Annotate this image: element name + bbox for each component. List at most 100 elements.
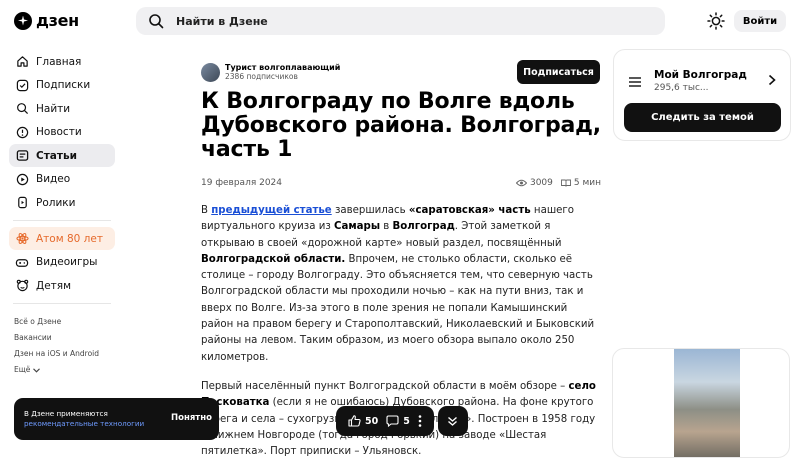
sidebar-item-label: Найти bbox=[36, 102, 71, 115]
sidebar-item-label: Детям bbox=[36, 279, 72, 292]
atom-icon bbox=[15, 232, 29, 246]
logo[interactable]: дзен bbox=[14, 11, 79, 30]
home-icon bbox=[15, 55, 29, 69]
book-icon bbox=[560, 179, 571, 187]
chevron-down-icon bbox=[33, 367, 41, 373]
views-count: 3009 bbox=[515, 178, 553, 188]
sidebar-item-shorts[interactable]: Ролики bbox=[9, 191, 115, 214]
footer-link-vacancies[interactable]: Вакансии bbox=[14, 330, 115, 346]
sidebar-footer-links: Всё о Дзене Вакансии Дзен на iOS и Andro… bbox=[9, 314, 115, 378]
scroll-down-button[interactable] bbox=[437, 406, 468, 436]
video-thumbnail[interactable] bbox=[674, 349, 740, 457]
sidebar-item-articles[interactable]: Статьи bbox=[9, 144, 115, 167]
eye-icon bbox=[515, 179, 527, 187]
follow-topic-button[interactable]: Следить за темой bbox=[624, 103, 781, 132]
previous-article-link[interactable]: предыдущей статье bbox=[211, 205, 331, 216]
search-placeholder: Найти в Дзене bbox=[176, 14, 268, 28]
thumbs-up-icon bbox=[348, 415, 361, 427]
sun-icon[interactable] bbox=[707, 12, 725, 30]
sidebar: Главная Подписки Найти Новости Статьи Ви… bbox=[9, 50, 115, 378]
footer-link-more[interactable]: Ещё bbox=[14, 362, 115, 378]
comments-count: 5 bbox=[403, 415, 410, 427]
text-run: В bbox=[201, 205, 212, 216]
news-icon bbox=[15, 125, 29, 139]
sidebar-item-news[interactable]: Новости bbox=[9, 121, 115, 144]
article-paragraph-1: В предыдущей статье завершилась «саратов… bbox=[201, 203, 601, 366]
double-chevron-down-icon bbox=[448, 416, 458, 426]
sidebar-item-label: Атом 80 лет bbox=[36, 232, 103, 245]
comment-icon bbox=[386, 415, 399, 427]
cookie-accept-button[interactable]: Понятно bbox=[171, 413, 212, 423]
views-value: 3009 bbox=[529, 178, 553, 188]
more-vertical-icon bbox=[418, 415, 422, 427]
sidebar-item-videogames[interactable]: Видеоигры bbox=[9, 251, 115, 274]
sidebar-item-label: Видео bbox=[36, 173, 71, 185]
comments-button[interactable]: 5 bbox=[382, 415, 414, 427]
kids-icon bbox=[15, 279, 29, 293]
sidebar-item-label: Статьи bbox=[36, 149, 77, 162]
like-button[interactable]: 50 bbox=[344, 415, 382, 427]
article-title: К Волгограду по Волге вдоль Дубовского р… bbox=[201, 89, 601, 162]
text-run: завершилась bbox=[331, 205, 409, 216]
reactions-group: 50 5 bbox=[336, 406, 434, 436]
sidebar-item-home[interactable]: Главная bbox=[9, 50, 115, 73]
subscriptions-icon bbox=[15, 78, 29, 92]
login-button[interactable]: Войти bbox=[734, 10, 786, 32]
more-label: Ещё bbox=[14, 365, 31, 374]
footer-link-about[interactable]: Всё о Дзене bbox=[14, 314, 115, 330]
topic-title[interactable]: Мой Волгоград bbox=[654, 69, 747, 81]
sidebar-item-label: Главная bbox=[36, 55, 82, 68]
text-run: Первый населённый пункт Волгоградской об… bbox=[201, 380, 569, 392]
avatar[interactable] bbox=[201, 62, 220, 82]
topic-card: Мой Волгоград 295,6 тыс... Следить за те… bbox=[613, 49, 791, 141]
text-run: Впрочем, не столько области, сколько её … bbox=[201, 253, 595, 363]
gamepad-icon bbox=[15, 255, 29, 269]
sidebar-divider bbox=[13, 303, 111, 304]
bold-run: «саратовская» часть bbox=[408, 205, 531, 216]
sidebar-item-subscriptions[interactable]: Подписки bbox=[9, 74, 115, 97]
search-icon bbox=[149, 14, 164, 29]
articles-icon bbox=[15, 149, 29, 163]
author-subscribers: 2386 подписчиков bbox=[225, 72, 298, 81]
sidebar-item-video[interactable]: Видео bbox=[9, 168, 115, 191]
likes-count: 50 bbox=[365, 415, 379, 427]
article-meta: 19 февраля 2024 3009 5 мин bbox=[201, 176, 601, 190]
article-action-bar: 50 5 bbox=[336, 406, 468, 436]
zen-logo-icon bbox=[14, 11, 32, 30]
chevron-right-icon[interactable] bbox=[768, 74, 776, 86]
cookie-text: В Дзене применяются рекомендательные тех… bbox=[24, 409, 159, 429]
author-block[interactable]: Турист волгоплавающий 2386 подписчиков П… bbox=[201, 60, 601, 84]
cookie-banner: В Дзене применяются рекомендательные тех… bbox=[14, 398, 219, 440]
article: Турист волгоплавающий 2386 подписчиков П… bbox=[201, 60, 601, 460]
footer-link-apps[interactable]: Дзен на iOS и Android bbox=[14, 346, 115, 362]
sidebar-item-atom[interactable]: Атом 80 лет bbox=[9, 227, 115, 250]
recommendation-tech-link[interactable]: рекомендательные технологии bbox=[24, 419, 144, 428]
subscribe-button[interactable]: Подписаться bbox=[517, 60, 600, 84]
topic-subscribers: 295,6 тыс... bbox=[654, 83, 709, 93]
sidebar-item-kids[interactable]: Детям bbox=[9, 274, 115, 297]
logo-text: дзен bbox=[36, 11, 79, 30]
menu-icon bbox=[629, 77, 641, 87]
video-icon bbox=[15, 172, 29, 186]
sidebar-item-label: Ролики bbox=[36, 196, 76, 209]
sidebar-divider bbox=[13, 220, 111, 221]
shorts-icon bbox=[15, 196, 29, 210]
author-info: Турист волгоплавающий 2386 подписчиков bbox=[225, 63, 340, 81]
more-options-button[interactable] bbox=[414, 415, 426, 427]
sidebar-item-label: Видеоигры bbox=[36, 256, 98, 268]
author-name[interactable]: Турист волгоплавающий bbox=[225, 63, 340, 72]
sidebar-item-search[interactable]: Найти bbox=[9, 97, 115, 120]
read-time: 5 мин bbox=[560, 178, 601, 188]
read-time-value: 5 мин bbox=[573, 178, 601, 188]
bold-run: Волгоградской области. bbox=[201, 253, 346, 265]
sidebar-item-label: Подписки bbox=[36, 79, 91, 91]
sidebar-item-label: Новости bbox=[36, 126, 82, 138]
top-bar: дзен Найти в Дзене Войти bbox=[0, 0, 800, 44]
cookie-message: В Дзене применяются bbox=[24, 409, 108, 418]
publish-date: 19 февраля 2024 bbox=[201, 178, 283, 188]
search-input[interactable]: Найти в Дзене bbox=[136, 7, 665, 35]
bold-run: Волгоград bbox=[392, 221, 455, 233]
bold-run: Самары bbox=[333, 221, 381, 233]
text-run: в bbox=[380, 221, 393, 233]
video-card[interactable] bbox=[612, 348, 790, 458]
